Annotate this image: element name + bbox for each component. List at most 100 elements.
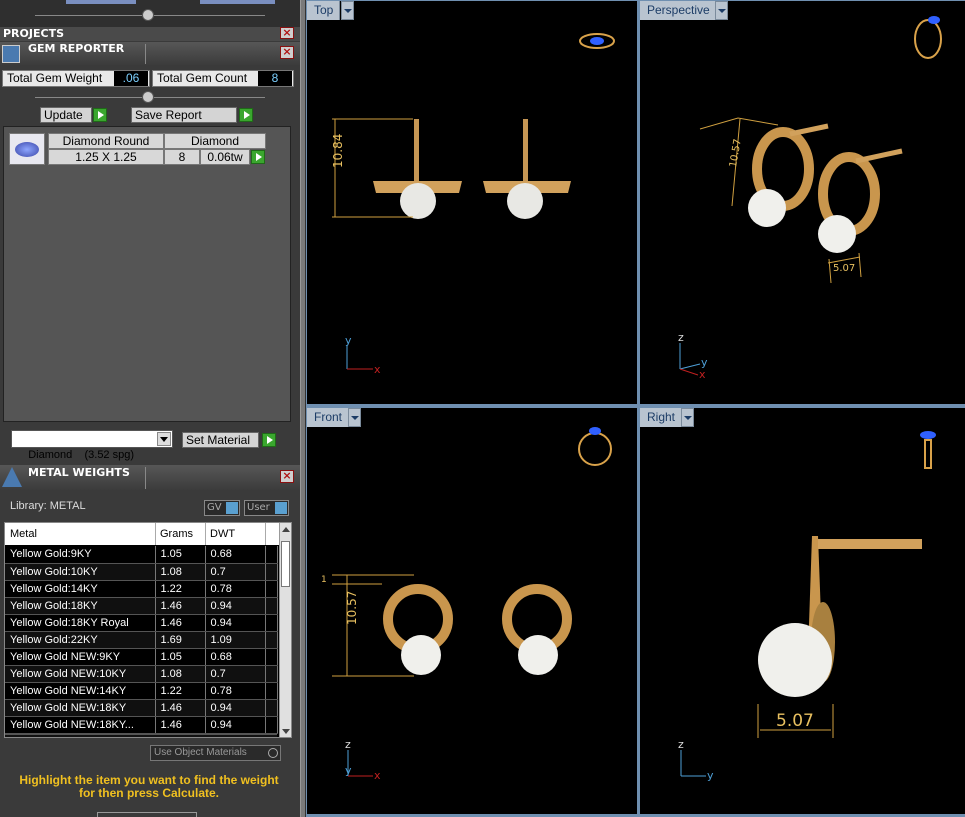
metal-name-cell: Yellow Gold NEW:14KY <box>5 682 156 700</box>
dim-label-5-07: 5.07 <box>776 711 814 731</box>
top-toolbar <box>0 0 300 28</box>
row-spacer <box>265 699 278 717</box>
update-play-icon[interactable] <box>93 108 107 122</box>
metal-name-cell: Yellow Gold NEW:10KY <box>5 665 156 683</box>
table-row[interactable]: Yellow Gold NEW:14KY 1.22 0.78 <box>5 682 278 700</box>
table-row[interactable]: Yellow Gold:14KY 1.22 0.78 <box>5 580 278 598</box>
viewport-perspective[interactable]: Perspective 10.57 5.07 z y x <box>640 1 965 404</box>
save-report-play-icon[interactable] <box>239 108 253 122</box>
row-spacer <box>265 563 278 581</box>
col-metal[interactable]: Metal <box>10 528 37 540</box>
metal-rows: Yellow Gold:9KY 1.05 0.68 Yellow Gold:10KY 1… <box>5 546 278 734</box>
metal-name-cell: Yellow Gold NEW:9KY <box>5 648 156 666</box>
toolbar-button[interactable] <box>200 0 275 4</box>
nav-ring-icon <box>578 427 612 466</box>
table-row[interactable]: Yellow Gold:9KY 1.05 0.68 <box>5 546 278 564</box>
scrollbar[interactable] <box>279 523 291 737</box>
axis-gizmo: z y <box>678 738 714 782</box>
table-row[interactable]: Yellow Gold:18KY 1.46 0.94 <box>5 597 278 615</box>
col-grams[interactable]: Grams <box>160 528 193 540</box>
set-material-button[interactable]: Set Material <box>182 432 259 448</box>
metal-name-cell: Yellow Gold:18KY <box>5 597 156 615</box>
scroll-down-icon[interactable] <box>282 729 290 734</box>
projects-header[interactable]: PROJECTS × <box>0 27 300 41</box>
gem-play-icon[interactable] <box>251 150 265 164</box>
gem-weight: 0.06tw <box>200 149 250 165</box>
gem-row[interactable]: Diamond Round Diamond 1.25 X 1.25 8 0.06… <box>6 132 290 168</box>
axis-x: x <box>699 368 706 381</box>
table-row[interactable]: Yellow Gold NEW:10KY 1.08 0.7 <box>5 665 278 683</box>
dim-label-10-57: 10.57 <box>728 138 744 168</box>
axis-z: z <box>678 738 684 751</box>
table-row[interactable]: Yellow Gold:18KY Royal 1.46 0.94 <box>5 614 278 632</box>
viewport-front[interactable]: Front 10.57 1 z y x <box>307 408 637 814</box>
viewport-right[interactable]: Right 5.07 z y <box>640 408 965 814</box>
total-gem-weight-value: .06 <box>114 71 148 86</box>
earring-persp-left <box>748 123 829 227</box>
metal-name-cell: Yellow Gold NEW:18KY... <box>5 716 156 734</box>
close-icon[interactable]: × <box>280 27 294 39</box>
col-dwt[interactable]: DWT <box>210 528 235 540</box>
set-material-play-icon[interactable] <box>262 433 276 447</box>
grams-cell: 1.46 <box>155 699 206 717</box>
axis-y: y <box>707 769 714 782</box>
use-object-materials-label: Use Object Materials <box>154 747 247 758</box>
row-spacer <box>265 648 278 666</box>
dim-label-5-07: 5.07 <box>833 263 855 274</box>
earring-left <box>373 119 462 219</box>
earring-right <box>483 119 571 219</box>
metal-weights-header[interactable]: METAL WEIGHTS × <box>0 465 300 491</box>
gem-reporter-header[interactable]: GEM REPORTER × <box>0 42 300 66</box>
grams-cell: 1.05 <box>155 648 206 666</box>
dwt-cell: 1.09 <box>205 631 266 649</box>
use-object-materials-toggle[interactable]: Use Object Materials <box>150 745 281 761</box>
right-scene: 5.07 z y <box>678 431 936 782</box>
table-row[interactable]: Yellow Gold NEW:9KY 1.05 0.68 <box>5 648 278 666</box>
scroll-up-icon[interactable] <box>282 527 290 532</box>
earring-front-right <box>502 584 572 675</box>
dwt-cell: 0.94 <box>205 716 266 734</box>
user-toggle[interactable]: User <box>244 500 289 516</box>
material-select[interactable]: Diamond (3.52 spg) <box>11 430 173 461</box>
calculate-button[interactable] <box>97 812 197 817</box>
library-label: Library: METAL <box>10 500 86 512</box>
gem-reporter-title: GEM REPORTER <box>28 42 125 55</box>
dwt-cell: 0.78 <box>205 580 266 598</box>
axis-z: z <box>678 331 684 344</box>
perspective-scene: 10.57 5.07 z y x <box>678 16 942 381</box>
toolbar-button[interactable] <box>66 0 136 4</box>
row-spacer <box>265 614 278 632</box>
close-icon[interactable]: × <box>280 46 294 59</box>
scrollbar-thumb[interactable] <box>281 541 290 587</box>
dwt-cell: 0.7 <box>205 563 266 581</box>
row-spacer <box>265 597 278 615</box>
viewport-top[interactable]: Top 10.84 y x <box>307 1 637 404</box>
gem-name: Diamond Round <box>48 133 164 149</box>
metal-weights-tab-divider <box>145 467 146 489</box>
table-row[interactable]: Yellow Gold:10KY 1.08 0.7 <box>5 563 278 581</box>
axis-gizmo: z y x <box>678 331 708 381</box>
dwt-cell: 0.94 <box>205 614 266 632</box>
gv-toggle[interactable]: GV <box>204 500 240 516</box>
metal-weights-title: METAL WEIGHTS <box>28 466 130 479</box>
chevron-down-icon[interactable] <box>157 432 171 446</box>
table-row[interactable]: Yellow Gold NEW:18KY 1.46 0.94 <box>5 699 278 717</box>
axis-y: y <box>345 764 352 777</box>
nav-ring-icon <box>914 16 942 59</box>
dwt-cell: 0.68 <box>205 648 266 666</box>
update-button[interactable]: Update <box>40 107 92 123</box>
dwt-cell: 0.68 <box>205 546 266 564</box>
metal-name-cell: Yellow Gold:10KY <box>5 563 156 581</box>
gem-slider-knob[interactable] <box>142 91 154 103</box>
info-icon <box>275 502 287 514</box>
user-label: User <box>247 502 270 513</box>
toolbar-slider-knob[interactable] <box>142 9 154 21</box>
nav-ring-icon <box>579 33 615 49</box>
close-icon[interactable]: × <box>280 470 294 483</box>
table-row[interactable]: Yellow Gold:22KY 1.69 1.09 <box>5 631 278 649</box>
dwt-cell: 0.7 <box>205 665 266 683</box>
table-row[interactable]: Yellow Gold NEW:18KY... 1.46 0.94 <box>5 716 278 734</box>
total-gem-count-value: 8 <box>258 71 292 86</box>
earring-persp-right <box>818 148 903 253</box>
save-report-button[interactable]: Save Report <box>131 107 237 123</box>
